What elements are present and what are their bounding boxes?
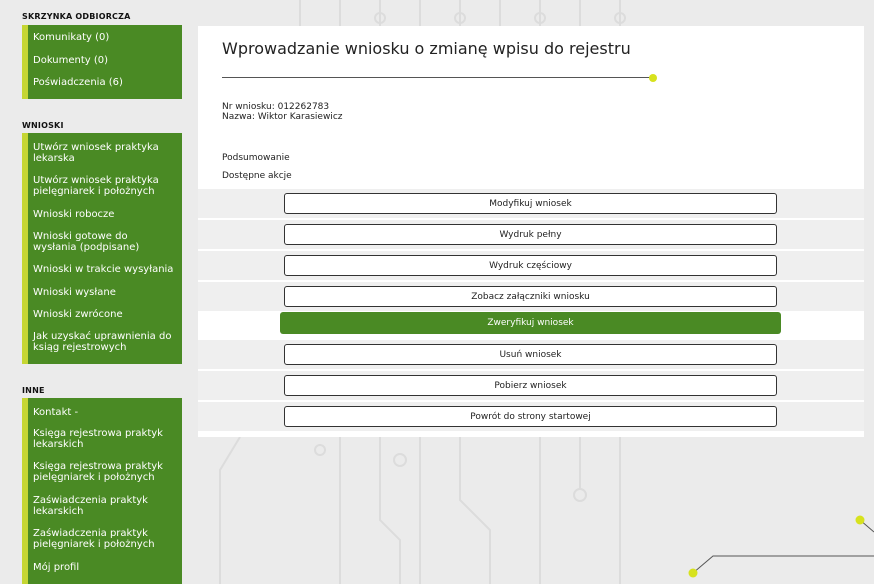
action-row: Wydruk częściowy [198,251,864,280]
other-menu: Kontakt - Księga rejestrowa praktyk leka… [22,398,182,584]
full-print-button[interactable]: Wydruk pełny [284,224,777,245]
page-title: Wprowadzanie wniosku o zmianę wpisu do r… [222,39,631,58]
verify-application-button[interactable]: Zweryfikuj wniosek [280,312,781,334]
modify-application-button[interactable]: Modyfikuj wniosek [284,193,777,214]
sidebar-item-certificates[interactable]: Poświadczenia (6) [28,77,129,89]
sidebar-item-create-medical-application[interactable]: Utwórz wniosek praktyka lekarska [28,142,178,164]
inbox-section-title: SKRZYNKA ODBIORCZA [22,12,131,21]
applicant-name: Nazwa: Wiktor Karasiewicz [222,112,343,122]
sidebar-item-messages[interactable]: Komunikaty (0) [28,32,115,44]
download-application-button[interactable]: Pobierz wniosek [284,375,777,396]
action-row: Modyfikuj wniosek [198,189,864,218]
sidebar-item-nursing-registry-book[interactable]: Księga rejestrowa praktyk pielęgniarek i… [28,461,178,483]
other-section-title: INNE [22,386,45,395]
sidebar-item-contact[interactable]: Kontakt - [28,407,84,419]
sidebar-item-sending-applications[interactable]: Wnioski w trakcie wysyłania [28,264,179,276]
sidebar-item-sent-applications[interactable]: Wnioski wysłane [28,287,122,299]
delete-application-button[interactable]: Usuń wniosek [284,344,777,365]
title-divider [222,77,652,78]
action-row: Usuń wniosek [198,340,864,369]
action-row: Zobacz załączniki wniosku [198,282,864,311]
back-to-home-button[interactable]: Powrót do strony startowej [284,406,777,427]
title-divider-dot [649,74,657,82]
sidebar-item-returned-applications[interactable]: Wnioski zwrócone [28,309,129,321]
sidebar-item-medical-certificates[interactable]: Zaświadczenia praktyk lekarskich [28,495,178,517]
available-actions-label: Dostępne akcje [222,171,292,181]
action-row: Zweryfikuj wniosek [198,309,864,338]
sidebar-item-nursing-certificates[interactable]: Zaświadczenia praktyk pielęgniarek i poł… [28,528,178,550]
sidebar-item-permissions-help[interactable]: Jak uzyskać uprawnienia do ksiąg rejestr… [28,331,178,353]
action-row: Wydruk pełny [198,220,864,249]
applications-section-title: WNIOSKI [22,121,64,130]
main-panel: Wprowadzanie wniosku o zmianę wpisu do r… [198,26,864,437]
action-row: Pobierz wniosek [198,371,864,400]
sidebar-item-medical-registry-book[interactable]: Księga rejestrowa praktyk lekarskich [28,428,178,450]
sidebar-item-my-profile[interactable]: Mój profil [28,562,85,574]
applications-menu: Utwórz wniosek praktyka lekarska Utwórz … [22,133,182,364]
sidebar-item-draft-applications[interactable]: Wnioski robocze [28,209,120,221]
view-attachments-button[interactable]: Zobacz załączniki wniosku [284,286,777,307]
inbox-menu: Komunikaty (0) Dokumenty (0) Poświadczen… [22,25,182,99]
summary-label: Podsumowanie [222,153,290,163]
action-row: Powrót do strony startowej [198,402,864,431]
sidebar-item-documents[interactable]: Dokumenty (0) [28,55,114,67]
application-number: Nr wniosku: 012262783 [222,102,330,112]
sidebar-item-create-nursing-application[interactable]: Utwórz wniosek praktyka pielęgniarek i p… [28,175,178,197]
sidebar-item-ready-applications[interactable]: Wnioski gotowe do wysłania (podpisane) [28,231,178,253]
partial-print-button[interactable]: Wydruk częściowy [284,255,777,276]
